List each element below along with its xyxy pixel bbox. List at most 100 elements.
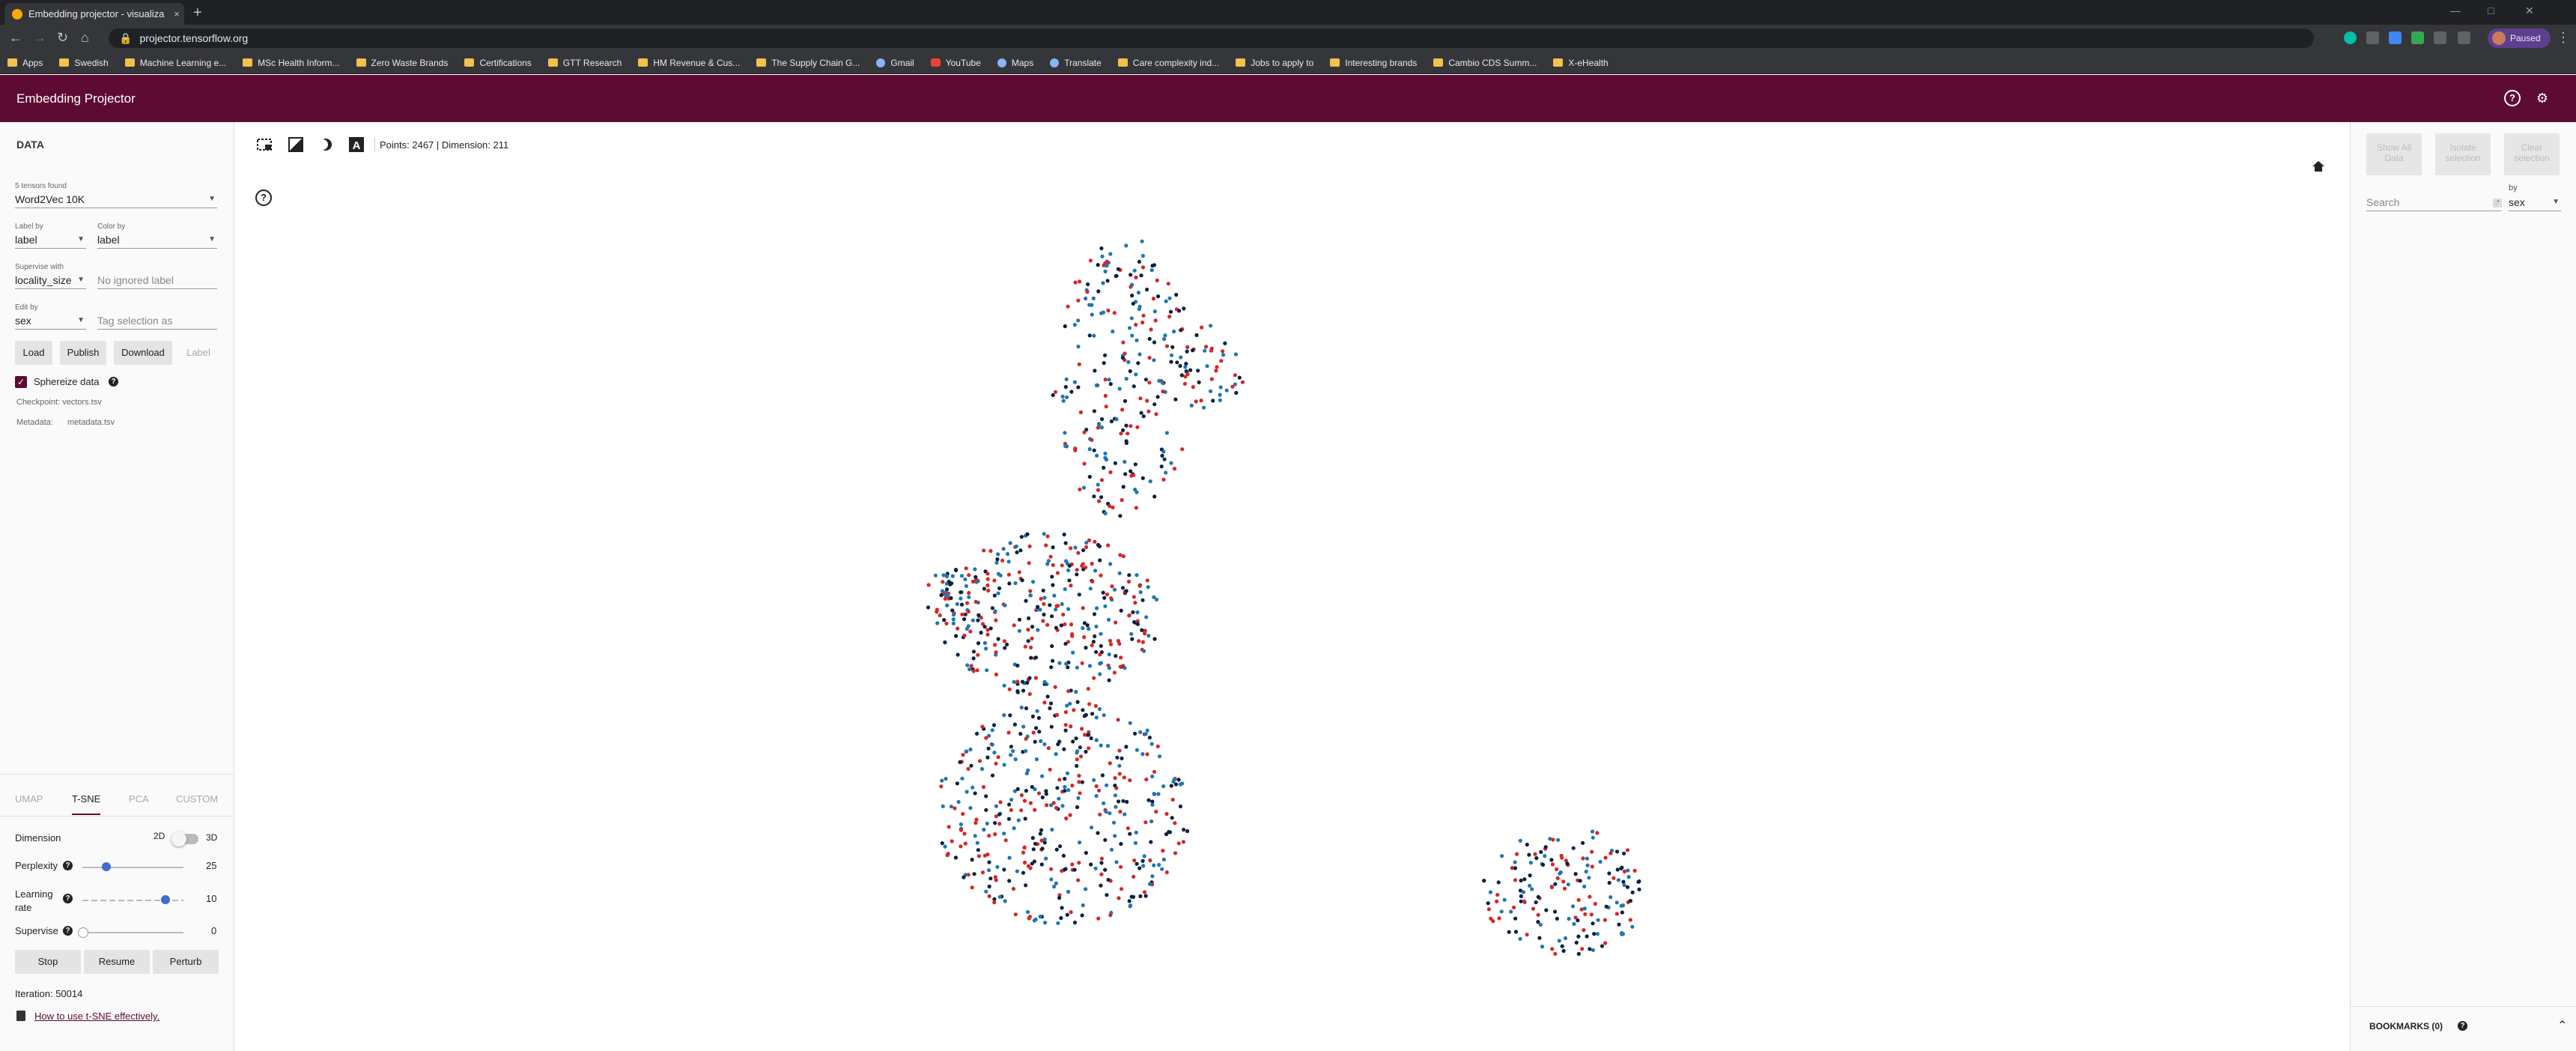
bookmark-folder-icon (930, 58, 941, 67)
bookmark-item[interactable]: YouTube (930, 57, 981, 68)
extension-grammarly-icon[interactable] (2344, 31, 2357, 44)
sphereize-checkbox[interactable]: ✓ (15, 376, 27, 388)
new-tab-button[interactable]: + (193, 4, 202, 22)
bookmark-item[interactable]: Apps (7, 58, 43, 68)
forward-icon[interactable]: → (33, 30, 46, 46)
bookmark-item[interactable]: Machine Learning e... (124, 58, 226, 68)
clear-selection-button[interactable]: Clear selection (2504, 133, 2560, 175)
reset-home-icon[interactable] (2310, 158, 2327, 175)
perplexity-help-icon[interactable]: ? (63, 861, 73, 870)
bookmark-item[interactable]: Swedish (59, 58, 109, 68)
select-region-icon[interactable] (257, 137, 273, 152)
browser-tab[interactable]: Embedding projector - visualiza × (4, 3, 184, 25)
extension-s-icon[interactable] (2411, 31, 2424, 44)
tsne-howto-link[interactable]: How to use t-SNE effectively. (34, 1011, 160, 1022)
window-close-icon[interactable]: ✕ (2525, 4, 2534, 17)
color-by-select[interactable]: label ▼ (97, 231, 217, 249)
label-3d-icon[interactable]: A (348, 136, 365, 153)
moon-icon[interactable] (318, 137, 333, 152)
bookmark-label: Certifications (479, 57, 532, 68)
points-info: Points: 2467 | Dimension: 211 (380, 139, 509, 151)
bookmark-item[interactable]: MSc Health Inform... (243, 58, 340, 68)
supervise-slider-knob[interactable] (78, 927, 88, 938)
learning-rate-slider-knob[interactable] (160, 895, 170, 904)
label-by-select[interactable]: label ▼ (15, 231, 86, 249)
side-panel-icon[interactable] (2458, 31, 2470, 44)
dimension-label: Dimension (15, 832, 61, 843)
kebab-menu-icon[interactable]: ⋮ (2557, 30, 2570, 46)
lock-icon: 🔒 (119, 32, 133, 44)
resume-button[interactable]: Resume (84, 950, 150, 974)
bookmark-item[interactable]: Zero Waste Brands (356, 57, 449, 68)
bookmark-item[interactable]: Jobs to apply to (1236, 58, 1313, 68)
back-icon[interactable]: ← (9, 30, 22, 46)
bookmark-label: Apps (22, 57, 43, 68)
tab-umap[interactable]: UMAP (15, 793, 43, 805)
bookmark-item[interactable]: GTT Research (547, 58, 622, 68)
search-by-value: sex (2509, 196, 2525, 208)
sphereize-help-icon[interactable]: ? (109, 377, 118, 387)
night-mode-icon[interactable] (288, 137, 303, 152)
supervise-slider[interactable] (82, 932, 183, 933)
reload-icon[interactable]: ↻ (57, 30, 68, 46)
supervise-help-icon[interactable]: ? (63, 926, 73, 936)
show-all-data-button[interactable]: Show All Data (2366, 133, 2422, 175)
perturb-button[interactable]: Perturb (153, 950, 219, 974)
bookmark-item[interactable]: Cambio CDS Summ... (1433, 58, 1537, 68)
bookmark-item[interactable]: HM Revenue & Cus... (638, 58, 740, 68)
isolate-selection-button[interactable]: Isolate selection (2435, 133, 2491, 175)
edit-by-select[interactable]: sex ▼ (15, 312, 86, 330)
expand-bookmarks-icon[interactable]: ⌃ (2557, 1018, 2567, 1033)
bookmark-item[interactable]: X-eHealth (1553, 58, 1609, 68)
label-button[interactable]: Label (180, 341, 217, 365)
download-button[interactable]: Download (114, 341, 172, 365)
bug-report-icon[interactable]: ⚙ (2534, 90, 2551, 106)
load-button[interactable]: Load (15, 341, 52, 365)
perplexity-slider-knob[interactable] (102, 862, 112, 871)
tab-custom[interactable]: CUSTOM (176, 793, 218, 805)
perplexity-slider[interactable] (82, 867, 183, 868)
bookmark-item[interactable]: Translate (1050, 58, 1102, 68)
supervise-value: locality_size (15, 274, 72, 286)
close-tab-icon[interactable]: × (169, 8, 184, 19)
profile-button[interactable]: Paused (2488, 28, 2551, 48)
tab-pca[interactable]: PCA (129, 793, 149, 805)
ignored-label-input[interactable]: No ignored label (97, 272, 217, 289)
bookmark-item[interactable]: Interesting brands (1330, 58, 1417, 68)
learning-rate-label: Learning rate (15, 888, 53, 913)
search-by-select[interactable]: sex ▼ (2509, 194, 2561, 211)
bookmarks-title[interactable]: BOOKMARKS (0) (2369, 1021, 2443, 1032)
bookmark-label: YouTube (945, 57, 981, 68)
puzzle-icon[interactable] (2434, 31, 2446, 44)
bookmark-label: Zero Waste Brands (371, 57, 449, 68)
tab-tsne[interactable]: T-SNE (72, 793, 101, 815)
learning-rate-help-icon[interactable]: ? (63, 894, 73, 903)
address-bar[interactable]: 🔒 projector.tensorflow.org (109, 28, 2314, 48)
dimension-toggle[interactable] (171, 832, 198, 846)
bookmark-item[interactable]: Maps (997, 58, 1033, 68)
regex-toggle-icon[interactable]: .* (2493, 199, 2502, 208)
tag-selection-input[interactable]: Tag selection as (97, 312, 217, 330)
extension-docs-icon[interactable] (2389, 31, 2402, 44)
search-input[interactable]: Search (2366, 194, 2501, 211)
data-section-title: DATA (16, 139, 44, 151)
minimize-icon[interactable]: — (2450, 4, 2461, 16)
extension-icon[interactable] (2366, 31, 2379, 44)
supervise-select[interactable]: locality_size ▼ (15, 272, 86, 289)
publish-button[interactable]: Publish (60, 341, 106, 365)
bookmark-folder-icon (59, 58, 70, 67)
browser-tab-strip: Embedding projector - visualiza × + — □ … (0, 0, 2576, 25)
home-icon[interactable]: ⌂ (81, 30, 89, 46)
maximize-icon[interactable]: □ (2488, 4, 2494, 16)
projector-canvas-area[interactable]: A Points: 2467 | Dimension: 211 ? (234, 122, 2350, 1051)
stop-button[interactable]: Stop (15, 950, 81, 974)
tensor-select[interactable]: Word2Vec 10K ▼ (15, 191, 217, 208)
bookmarks-help-icon[interactable]: ? (2458, 1021, 2467, 1031)
bookmark-label: The Supply Chain G... (771, 57, 860, 68)
bookmark-item[interactable]: Care complexity ind... (1117, 58, 1219, 68)
help-icon[interactable]: ? (2504, 90, 2521, 106)
help-overlay-icon[interactable]: ? (255, 190, 272, 206)
bookmark-item[interactable]: Certifications (464, 57, 532, 68)
bookmark-item[interactable]: The Supply Chain G... (756, 58, 860, 68)
bookmark-item[interactable]: Gmail (876, 58, 914, 68)
